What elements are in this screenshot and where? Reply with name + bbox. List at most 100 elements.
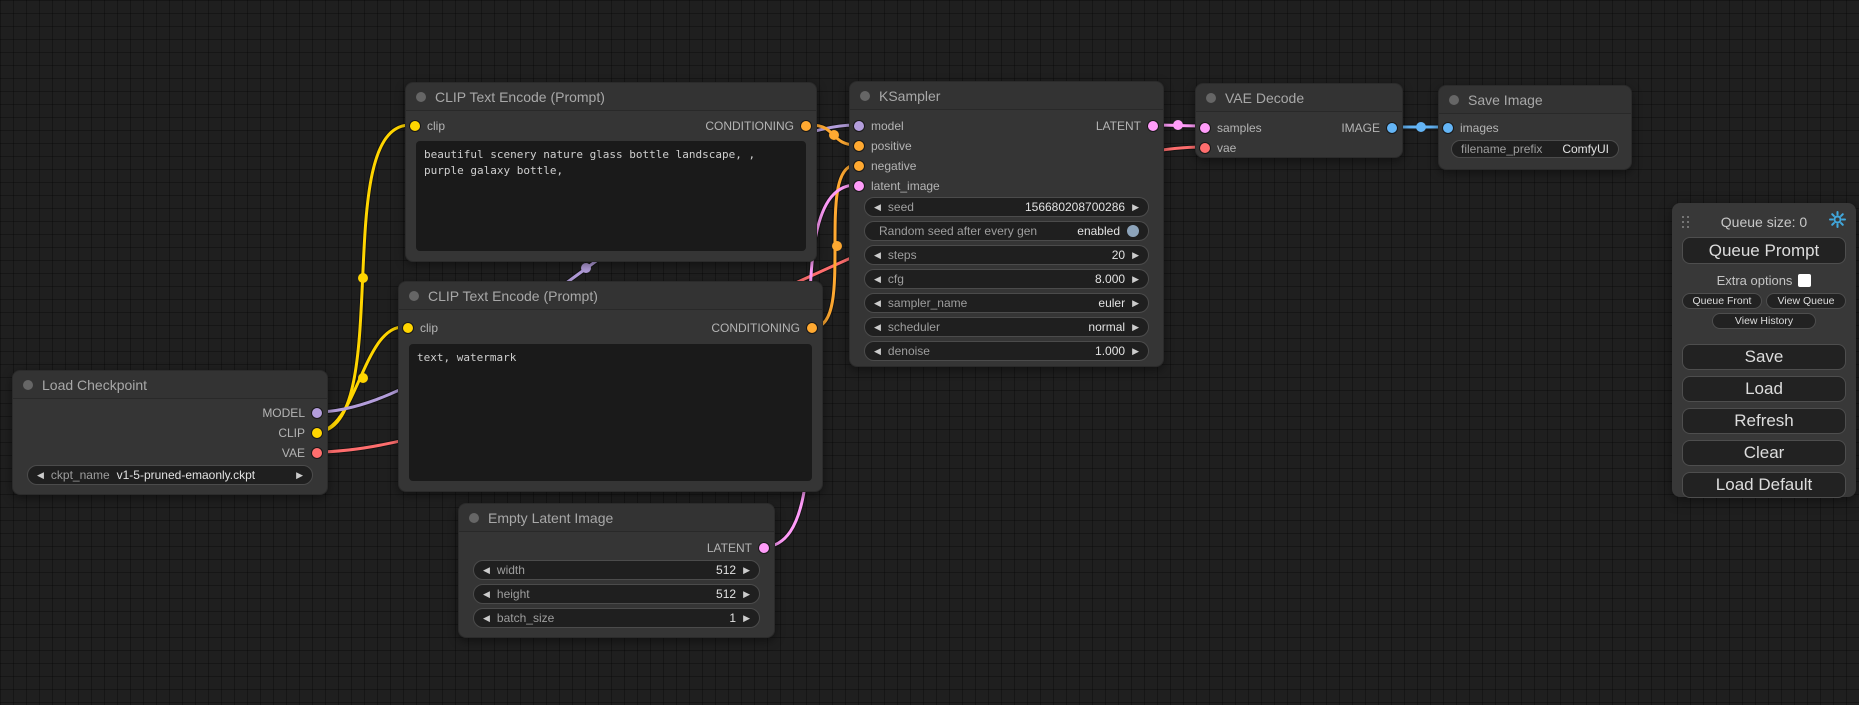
input-slot-negative[interactable]: negative: [854, 158, 916, 174]
cfg-widget[interactable]: cfg 8.000: [864, 269, 1149, 289]
clear-button[interactable]: Clear: [1682, 440, 1846, 466]
random-seed-toggle-widget[interactable]: Random seed after every gen enabled: [864, 221, 1149, 241]
input-slot-model[interactable]: model: [854, 118, 904, 134]
positive-prompt-textarea[interactable]: beautiful scenery nature glass bottle la…: [416, 141, 806, 251]
input-slot-vae[interactable]: vae: [1200, 140, 1236, 156]
output-slot-latent[interactable]: LATENT: [1096, 118, 1158, 134]
latent-port-icon[interactable]: [759, 543, 769, 553]
collapse-dot-icon[interactable]: [1449, 95, 1459, 105]
node-title-bar[interactable]: Load Checkpoint: [13, 371, 327, 399]
step-right-icon[interactable]: [1132, 275, 1139, 284]
collapse-dot-icon[interactable]: [860, 91, 870, 101]
node-title-bar[interactable]: KSampler: [850, 82, 1163, 110]
clip-port-icon[interactable]: [410, 121, 420, 131]
image-port-icon[interactable]: [1387, 123, 1397, 133]
denoise-widget[interactable]: denoise 1.000: [864, 341, 1149, 361]
collapse-dot-icon[interactable]: [23, 380, 33, 390]
extra-options-checkbox[interactable]: [1798, 274, 1811, 287]
queue-panel[interactable]: Queue size: 0 Queue Prompt Extra options…: [1672, 203, 1856, 497]
step-right-icon[interactable]: [743, 566, 750, 575]
batch-size-widget[interactable]: batch_size 1: [473, 608, 760, 628]
input-slot-clip[interactable]: clip: [410, 118, 445, 134]
step-right-icon[interactable]: [1132, 299, 1139, 308]
height-widget[interactable]: height 512: [473, 584, 760, 604]
vae-port-icon[interactable]: [312, 448, 322, 458]
output-slot-model[interactable]: MODEL: [262, 405, 322, 421]
node-save-image[interactable]: Save Image images filename_prefix ComfyU…: [1438, 85, 1632, 170]
collapse-dot-icon[interactable]: [416, 92, 426, 102]
step-left-icon[interactable]: [483, 614, 490, 623]
node-clip-text-encode-negative[interactable]: CLIP Text Encode (Prompt) clip CONDITION…: [398, 281, 823, 492]
view-queue-button[interactable]: View Queue: [1766, 293, 1846, 309]
step-right-icon[interactable]: [743, 614, 750, 623]
vae-port-icon[interactable]: [1200, 143, 1210, 153]
queue-prompt-button[interactable]: Queue Prompt: [1682, 237, 1846, 264]
ckpt-name-widget[interactable]: ckpt_name v1-5-pruned-emaonly.ckpt: [27, 465, 313, 485]
step-left-icon[interactable]: [37, 471, 44, 480]
conditioning-port-icon[interactable]: [854, 141, 864, 151]
step-left-icon[interactable]: [874, 299, 881, 308]
clip-port-icon[interactable]: [312, 428, 322, 438]
conditioning-port-icon[interactable]: [807, 323, 817, 333]
input-slot-positive[interactable]: positive: [854, 138, 912, 154]
input-slot-images[interactable]: images: [1443, 120, 1499, 136]
step-left-icon[interactable]: [483, 566, 490, 575]
step-left-icon[interactable]: [874, 323, 881, 332]
latent-port-icon[interactable]: [1148, 121, 1158, 131]
node-ksampler[interactable]: KSampler model positive negative latent_…: [849, 81, 1164, 367]
model-port-icon[interactable]: [312, 408, 322, 418]
step-right-icon[interactable]: [743, 590, 750, 599]
step-right-icon[interactable]: [1132, 347, 1139, 356]
node-clip-text-encode-positive[interactable]: CLIP Text Encode (Prompt) clip CONDITION…: [405, 82, 817, 262]
model-port-icon[interactable]: [854, 121, 864, 131]
load-button[interactable]: Load: [1682, 376, 1846, 402]
node-vae-decode[interactable]: VAE Decode samples vae IMAGE: [1195, 83, 1403, 158]
node-empty-latent-image[interactable]: Empty Latent Image LATENT width 512 heig…: [458, 503, 775, 638]
image-port-icon[interactable]: [1443, 123, 1453, 133]
width-widget[interactable]: width 512: [473, 560, 760, 580]
step-left-icon[interactable]: [874, 203, 881, 212]
load-default-button[interactable]: Load Default: [1682, 472, 1846, 498]
input-slot-clip[interactable]: clip: [403, 320, 438, 336]
output-slot-conditioning[interactable]: CONDITIONING: [711, 320, 817, 336]
seed-widget[interactable]: seed 156680208700286: [864, 197, 1149, 217]
sampler-name-widget[interactable]: sampler_name euler: [864, 293, 1149, 313]
step-left-icon[interactable]: [483, 590, 490, 599]
output-slot-image[interactable]: IMAGE: [1341, 120, 1397, 136]
step-right-icon[interactable]: [1132, 323, 1139, 332]
negative-prompt-textarea[interactable]: text, watermark: [409, 344, 812, 481]
toggle-on-icon[interactable]: [1127, 225, 1139, 237]
clip-port-icon[interactable]: [403, 323, 413, 333]
queue-front-button[interactable]: Queue Front: [1682, 293, 1762, 309]
output-slot-conditioning[interactable]: CONDITIONING: [705, 118, 811, 134]
step-right-icon[interactable]: [1132, 203, 1139, 212]
steps-widget[interactable]: steps 20: [864, 245, 1149, 265]
step-left-icon[interactable]: [874, 275, 881, 284]
node-title-bar[interactable]: CLIP Text Encode (Prompt): [399, 282, 822, 310]
view-history-button[interactable]: View History: [1712, 313, 1816, 329]
step-left-icon[interactable]: [874, 347, 881, 356]
input-slot-latent-image[interactable]: latent_image: [854, 178, 940, 194]
latent-port-icon[interactable]: [1200, 123, 1210, 133]
filename-prefix-widget[interactable]: filename_prefix ComfyUI: [1451, 140, 1619, 158]
collapse-dot-icon[interactable]: [409, 291, 419, 301]
output-slot-vae[interactable]: VAE: [282, 445, 322, 461]
collapse-dot-icon[interactable]: [1206, 93, 1216, 103]
refresh-button[interactable]: Refresh: [1682, 408, 1846, 434]
input-slot-samples[interactable]: samples: [1200, 120, 1262, 136]
node-title-bar[interactable]: Empty Latent Image: [459, 504, 774, 532]
output-slot-latent[interactable]: LATENT: [707, 540, 769, 556]
save-button[interactable]: Save: [1682, 344, 1846, 370]
conditioning-port-icon[interactable]: [854, 161, 864, 171]
node-title-bar[interactable]: CLIP Text Encode (Prompt): [406, 83, 816, 111]
step-left-icon[interactable]: [874, 251, 881, 260]
node-title-bar[interactable]: Save Image: [1439, 86, 1631, 114]
node-title-bar[interactable]: VAE Decode: [1196, 84, 1402, 112]
step-right-icon[interactable]: [296, 471, 303, 480]
scheduler-widget[interactable]: scheduler normal: [864, 317, 1149, 337]
step-right-icon[interactable]: [1132, 251, 1139, 260]
node-load-checkpoint[interactable]: Load Checkpoint MODEL CLIP VAE ckpt_name…: [12, 370, 328, 495]
collapse-dot-icon[interactable]: [469, 513, 479, 523]
latent-port-icon[interactable]: [854, 181, 864, 191]
conditioning-port-icon[interactable]: [801, 121, 811, 131]
